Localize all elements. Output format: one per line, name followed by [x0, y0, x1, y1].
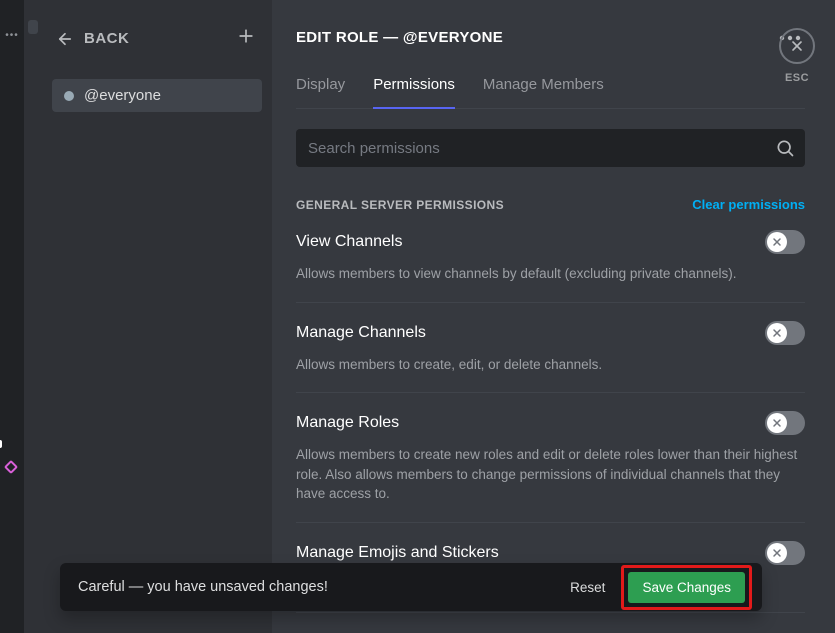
main-panel: EDIT ROLE — @EVERYONE Display Permission…: [272, 0, 835, 633]
back-button[interactable]: BACK: [56, 30, 129, 48]
section-title: GENERAL SERVER PERMISSIONS: [296, 198, 504, 212]
permission-manage-channels: Manage Channels Allows members to create…: [296, 303, 805, 394]
x-icon: [771, 417, 783, 429]
role-color-dot: [64, 91, 74, 101]
rail-placeholder: [28, 20, 38, 34]
nitro-gem-icon: [4, 460, 18, 474]
role-item-everyone[interactable]: @everyone: [52, 79, 262, 112]
permission-name: Manage Emojis and Stickers: [296, 544, 499, 562]
close-icon: [789, 38, 805, 54]
close-wrap: ESC: [779, 28, 815, 84]
channel-rail: [24, 0, 42, 633]
toggle-manage-channels[interactable]: [765, 321, 805, 345]
reset-button[interactable]: Reset: [570, 580, 605, 595]
permission-name: Manage Channels: [296, 324, 426, 342]
server-rail: •••: [0, 0, 24, 633]
save-highlight: Save Changes: [621, 565, 752, 610]
permission-name: View Channels: [296, 233, 402, 251]
permission-desc: Allows members to view channels by defau…: [296, 264, 805, 284]
toast-message: Careful — you have unsaved changes!: [78, 579, 328, 595]
search-input[interactable]: [296, 129, 805, 167]
save-changes-button[interactable]: Save Changes: [628, 572, 745, 603]
x-icon: [771, 236, 783, 248]
toggle-knob: [767, 413, 787, 433]
page-title: EDIT ROLE — @EVERYONE: [296, 29, 503, 46]
permission-desc: Allows members to create new roles and e…: [296, 445, 805, 504]
permission-desc: Allows members to create, edit, or delet…: [296, 355, 805, 375]
roles-sidebar: BACK @everyone: [42, 0, 272, 633]
tabs: Display Permissions Manage Members: [296, 76, 805, 109]
rail-indicator: •••: [5, 30, 19, 41]
toggle-manage-roles[interactable]: [765, 411, 805, 435]
tab-manage-members[interactable]: Manage Members: [483, 76, 604, 108]
toggle-manage-emojis[interactable]: [765, 541, 805, 565]
toggle-view-channels[interactable]: [765, 230, 805, 254]
arrow-left-icon: [56, 30, 74, 48]
back-label: BACK: [84, 30, 129, 47]
unsaved-changes-toast: Careful — you have unsaved changes! Rese…: [60, 563, 762, 611]
close-label: ESC: [785, 72, 809, 84]
search-icon: [775, 138, 795, 163]
toggle-knob: [767, 543, 787, 563]
toggle-knob: [767, 323, 787, 343]
tab-permissions[interactable]: Permissions: [373, 76, 455, 109]
toggle-knob: [767, 232, 787, 252]
permission-manage-roles: Manage Roles Allows members to create ne…: [296, 393, 805, 523]
rail-active-pill: [0, 440, 2, 448]
close-button[interactable]: [779, 28, 815, 64]
role-name: @everyone: [84, 87, 161, 104]
tab-display[interactable]: Display: [296, 76, 345, 108]
clear-permissions-link[interactable]: Clear permissions: [692, 197, 805, 212]
x-icon: [771, 327, 783, 339]
permission-name: Manage Roles: [296, 414, 399, 432]
permission-view-channels: View Channels Allows members to view cha…: [296, 212, 805, 303]
add-role-button[interactable]: [236, 26, 256, 51]
plus-icon: [236, 26, 256, 46]
x-icon: [771, 547, 783, 559]
search-wrap: [296, 129, 805, 167]
